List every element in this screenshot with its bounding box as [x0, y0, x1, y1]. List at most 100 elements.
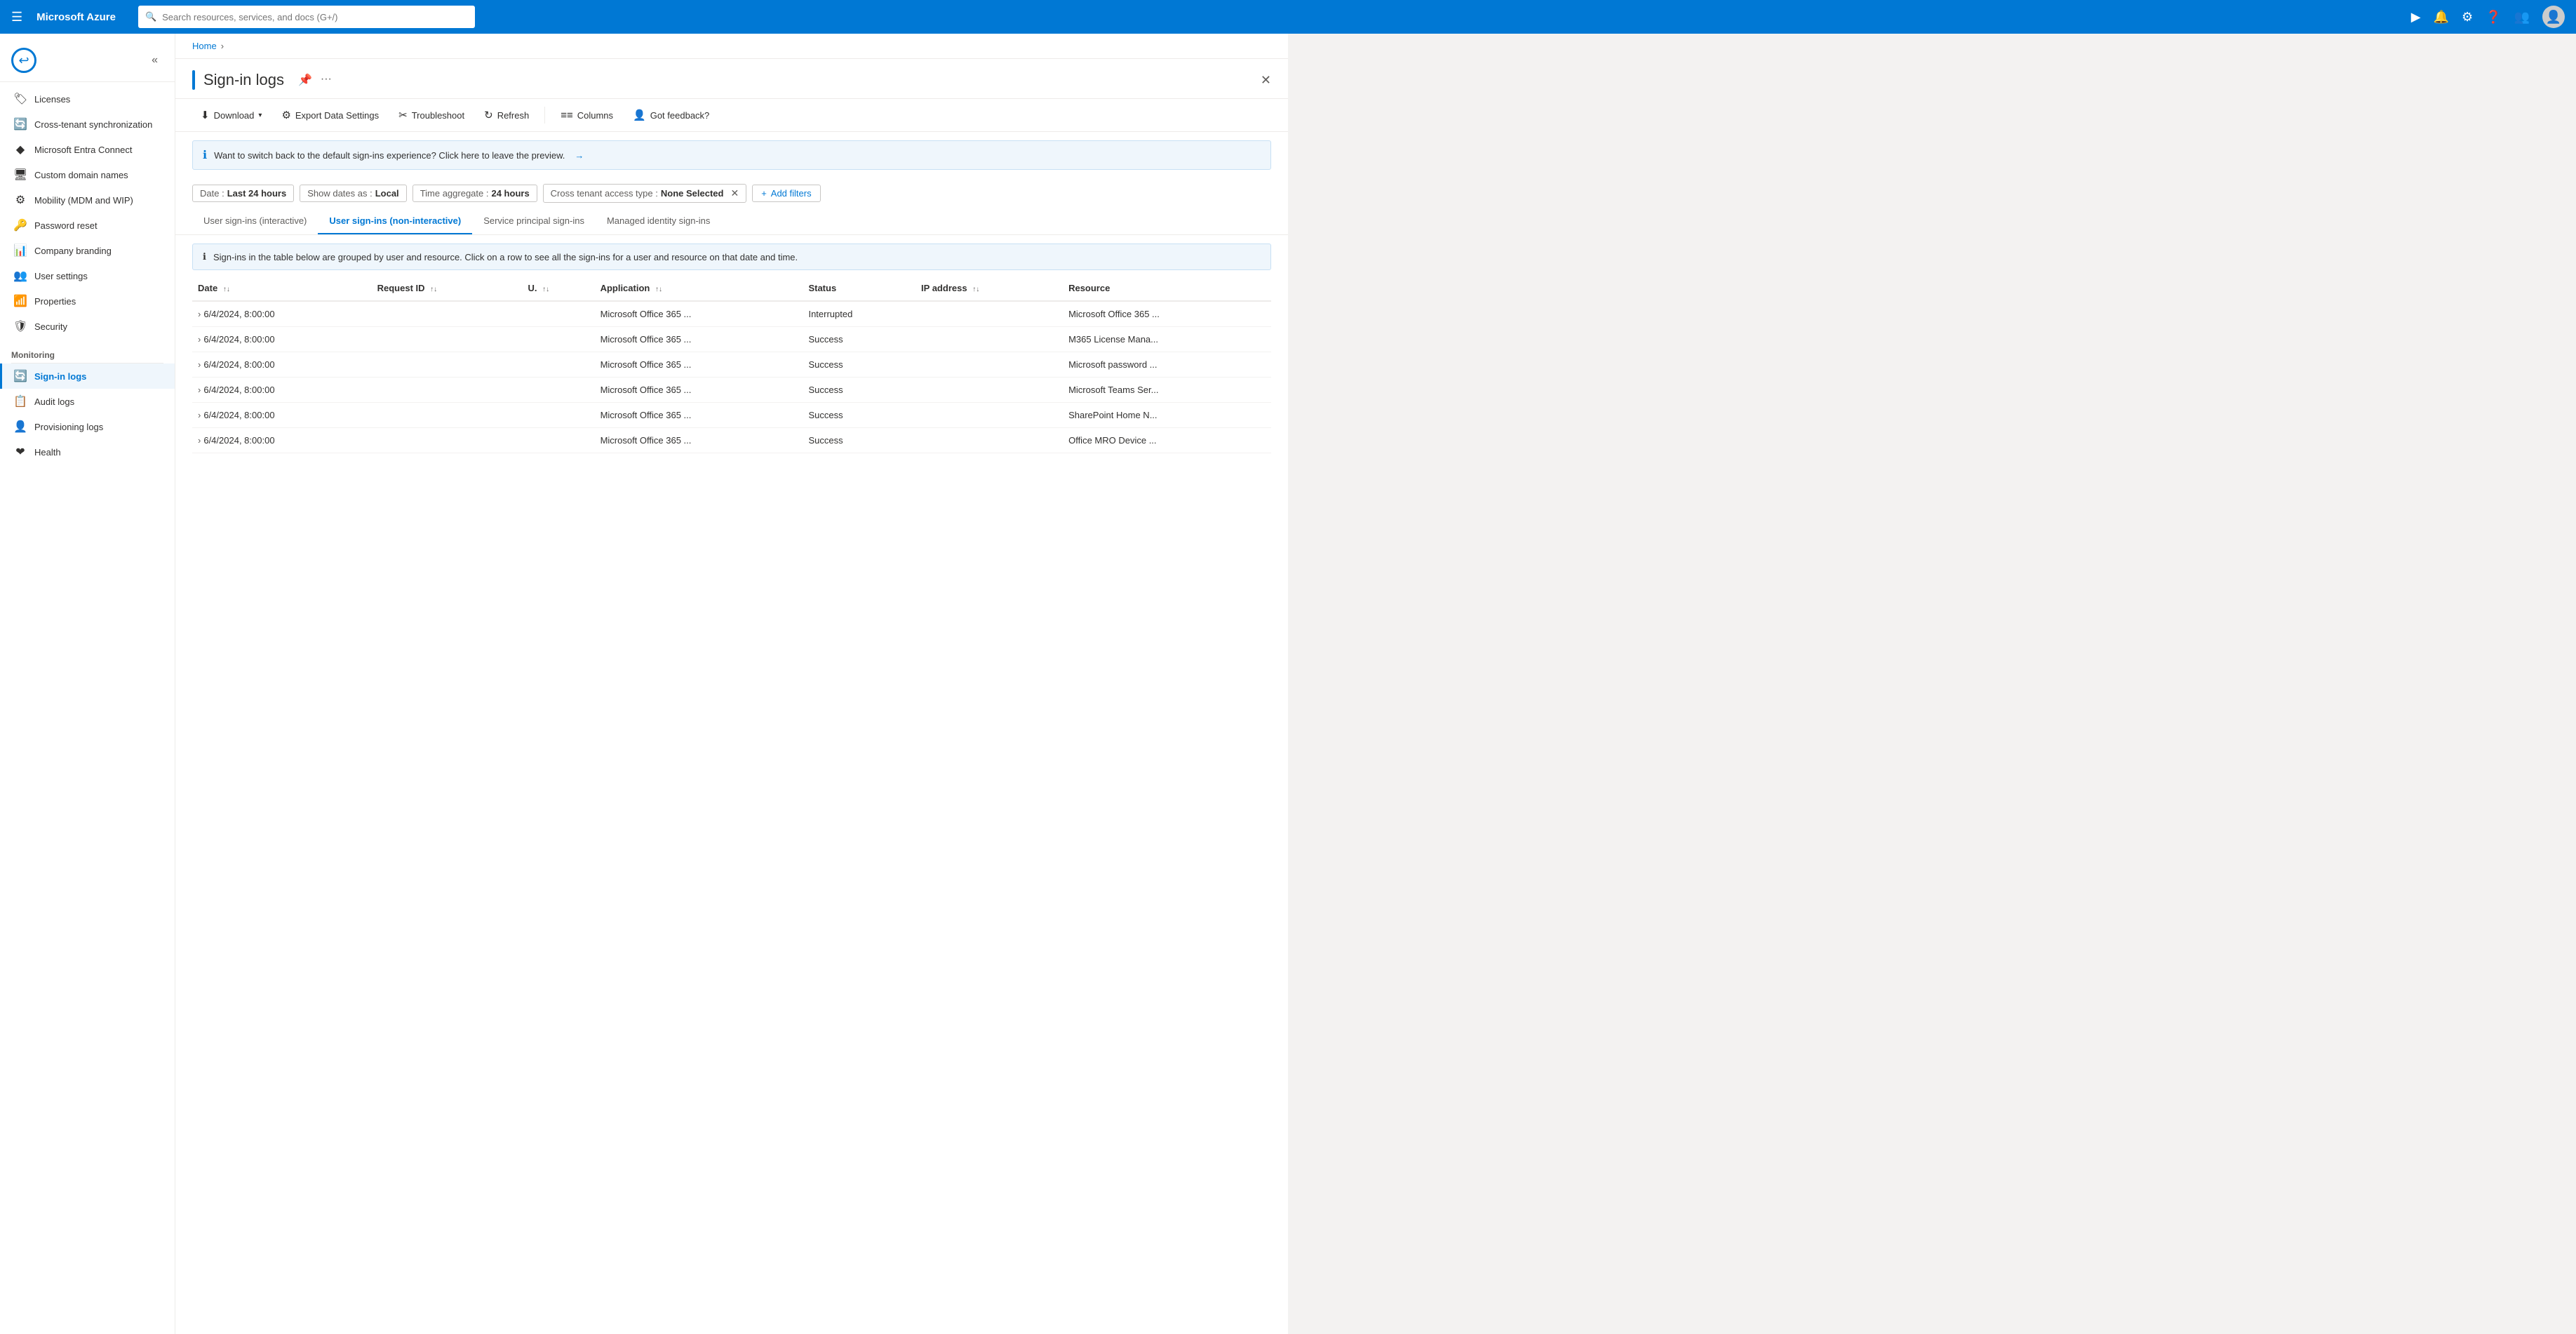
search-box[interactable]: 🔍	[138, 6, 475, 28]
app-title: Microsoft Azure	[36, 11, 116, 23]
security-icon: 🛡	[13, 319, 27, 333]
filter-row: Date : Last 24 hours Show dates as : Loc…	[175, 178, 1288, 208]
notification-icon[interactable]: 🔔	[2434, 10, 2449, 25]
export-data-settings-button[interactable]: ⚙ Export Data Settings	[273, 105, 387, 126]
sidebar-logo-area: ↩ «	[0, 39, 175, 82]
sidebar-collapse[interactable]: «	[146, 51, 163, 69]
provisioning-logs-icon: 👤	[13, 420, 27, 434]
more-options-icon[interactable]: ···	[321, 73, 332, 87]
cross-tenant-icon: 🔄	[13, 117, 27, 131]
cell-u	[522, 301, 594, 327]
troubleshoot-button[interactable]: ✂ Troubleshoot	[390, 105, 473, 126]
refresh-button[interactable]: ↻ Refresh	[476, 105, 537, 126]
table-row[interactable]: ›6/4/2024, 8:00:00 Microsoft Office 365 …	[192, 352, 1271, 378]
audit-logs-icon: 📋	[13, 394, 27, 408]
download-icon: ⬇	[201, 109, 210, 121]
troubleshoot-icon: ✂	[398, 109, 408, 121]
hamburger-icon[interactable]: ☰	[11, 10, 22, 25]
sidebar-item-licenses[interactable]: 🏷 Licenses	[0, 86, 175, 112]
feedback-button[interactable]: 👤 Got feedback?	[624, 105, 718, 126]
sidebar-item-entra-connect[interactable]: ◆ Microsoft Entra Connect	[0, 137, 175, 162]
sort-date-icon[interactable]: ↑↓	[223, 286, 230, 293]
table-container: Date ↑↓ Request ID ↑↓ U. ↑↓ Applicatio	[175, 276, 1288, 453]
col-u[interactable]: U. ↑↓	[522, 276, 594, 301]
download-button[interactable]: ⬇ Download ▾	[192, 105, 270, 126]
col-application-label: Application	[601, 283, 650, 293]
filter-cross-tenant-close-icon[interactable]: ✕	[730, 187, 739, 199]
settings-icon[interactable]: ⚙	[2462, 10, 2473, 25]
col-resource: Resource	[1063, 276, 1271, 301]
breadcrumb: Home ›	[175, 34, 1288, 59]
sidebar-item-health[interactable]: ❤ Health	[0, 439, 175, 465]
table-info-icon: ℹ	[203, 251, 206, 262]
filter-time-agg-chip[interactable]: Time aggregate : 24 hours	[412, 185, 537, 202]
licenses-icon: 🏷	[13, 92, 27, 106]
filter-date-chip[interactable]: Date : Last 24 hours	[192, 185, 294, 202]
search-input[interactable]	[162, 12, 468, 22]
tab-interactive[interactable]: User sign-ins (interactive)	[192, 208, 318, 234]
feedback-icon[interactable]: 👥	[2514, 10, 2530, 25]
page-header: Sign-in logs 📌 ··· ✕	[175, 59, 1288, 99]
col-request-id[interactable]: Request ID ↑↓	[372, 276, 523, 301]
cell-ip-address	[915, 352, 1063, 378]
help-icon[interactable]: ❓	[2486, 10, 2501, 25]
sidebar-logo: ↩	[11, 48, 36, 73]
sidebar-item-label: User settings	[34, 271, 88, 281]
add-filter-button[interactable]: + Add filters	[752, 185, 820, 202]
close-button[interactable]: ✕	[1261, 73, 1271, 88]
sort-u-icon[interactable]: ↑↓	[542, 286, 549, 293]
sidebar-item-user-settings[interactable]: 👥 User settings	[0, 263, 175, 288]
col-application[interactable]: Application ↑↓	[595, 276, 803, 301]
filter-dates-as-chip[interactable]: Show dates as : Local	[300, 185, 406, 202]
pin-icon[interactable]: 📌	[298, 73, 312, 87]
info-banner-text: Want to switch back to the default sign-…	[214, 150, 565, 161]
terminal-icon[interactable]: ▶	[2411, 10, 2421, 25]
sidebar-item-security[interactable]: 🛡 Security	[0, 314, 175, 339]
cell-request-id	[372, 378, 523, 403]
sidebar-item-audit-logs[interactable]: 📋 Audit logs	[0, 389, 175, 414]
sidebar-item-properties[interactable]: 📶 Properties	[0, 288, 175, 314]
export-label: Export Data Settings	[295, 110, 379, 121]
sidebar-item-label: Audit logs	[34, 396, 74, 407]
sidebar-item-cross-tenant[interactable]: 🔄 Cross-tenant synchronization	[0, 112, 175, 137]
avatar[interactable]: 👤	[2542, 6, 2565, 28]
cell-u	[522, 428, 594, 453]
cell-resource: Microsoft Teams Ser...	[1063, 378, 1271, 403]
tab-managed-identity[interactable]: Managed identity sign-ins	[596, 208, 721, 234]
sidebar-item-sign-in-logs[interactable]: 🔄 Sign-in logs	[0, 363, 175, 389]
cell-application: Microsoft Office 365 ...	[595, 378, 803, 403]
cell-resource: Microsoft Office 365 ...	[1063, 301, 1271, 327]
col-date[interactable]: Date ↑↓	[192, 276, 372, 301]
table-row[interactable]: ›6/4/2024, 8:00:00 Microsoft Office 365 …	[192, 378, 1271, 403]
health-icon: ❤	[13, 445, 27, 459]
cell-ip-address	[915, 403, 1063, 428]
tab-non-interactive[interactable]: User sign-ins (non-interactive)	[318, 208, 472, 234]
monitoring-section-label: Monitoring	[0, 339, 175, 363]
filter-cross-tenant-chip[interactable]: Cross tenant access type : None Selected…	[543, 184, 747, 203]
cell-resource: SharePoint Home N...	[1063, 403, 1271, 428]
sidebar-item-mobility[interactable]: ⚙ Mobility (MDM and WIP)	[0, 187, 175, 213]
sidebar-item-label: Licenses	[34, 94, 70, 105]
cell-application: Microsoft Office 365 ...	[595, 403, 803, 428]
cell-u	[522, 378, 594, 403]
sidebar-item-company-branding[interactable]: 📊 Company branding	[0, 238, 175, 263]
sidebar-item-provisioning-logs[interactable]: 👤 Provisioning logs	[0, 414, 175, 439]
download-chevron-icon: ▾	[258, 112, 262, 119]
table-row[interactable]: ›6/4/2024, 8:00:00 Microsoft Office 365 …	[192, 327, 1271, 352]
sort-ip-icon[interactable]: ↑↓	[972, 286, 979, 293]
info-banner-link[interactable]: →	[575, 150, 584, 161]
tab-service-principal[interactable]: Service principal sign-ins	[472, 208, 596, 234]
table-row[interactable]: ›6/4/2024, 8:00:00 Microsoft Office 365 …	[192, 403, 1271, 428]
sidebar-item-custom-domain[interactable]: 🖥 Custom domain names	[0, 162, 175, 187]
table-row[interactable]: ›6/4/2024, 8:00:00 Microsoft Office 365 …	[192, 301, 1271, 327]
sort-request-id-icon[interactable]: ↑↓	[430, 286, 437, 293]
col-ip-address[interactable]: IP address ↑↓	[915, 276, 1063, 301]
table-row[interactable]: ›6/4/2024, 8:00:00 Microsoft Office 365 …	[192, 428, 1271, 453]
sidebar-item-password-reset[interactable]: 🔑 Password reset	[0, 213, 175, 238]
sort-application-icon[interactable]: ↑↓	[655, 286, 662, 293]
filter-cross-tenant-label: Cross tenant access type :	[551, 188, 658, 199]
breadcrumb-home[interactable]: Home	[192, 41, 217, 51]
columns-button[interactable]: ≡≡ Columns	[552, 105, 622, 126]
collapse-btn[interactable]: «	[152, 54, 158, 67]
search-icon: 🔍	[145, 11, 156, 22]
